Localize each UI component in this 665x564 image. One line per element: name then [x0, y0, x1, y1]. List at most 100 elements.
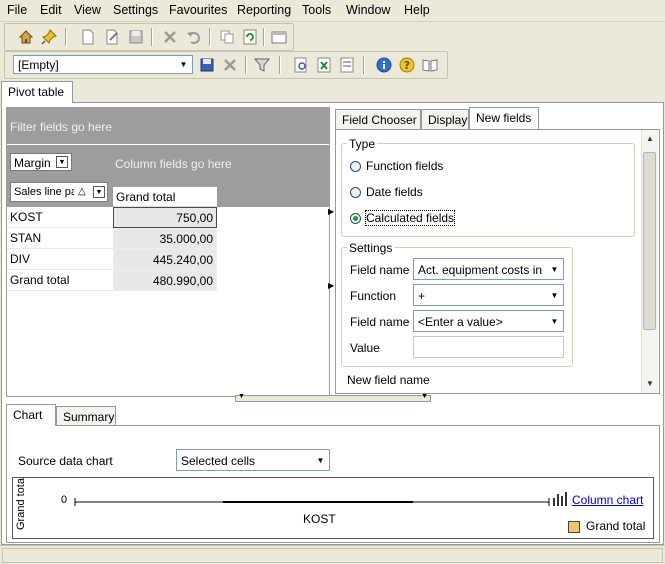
menu-window[interactable]: Window	[346, 3, 390, 17]
row-field-button[interactable]: Sales line pa △ ▼	[10, 182, 108, 202]
toolbar-separator	[363, 56, 365, 74]
collapse-right-icon[interactable]: ▶	[328, 207, 334, 219]
vertical-scrollbar[interactable]: ▲ ▼	[641, 130, 658, 393]
scroll-up-icon[interactable]: ▲	[646, 134, 654, 143]
scroll-down-icon[interactable]: ▼	[646, 379, 654, 388]
undo-icon[interactable]	[185, 28, 203, 46]
save-icon[interactable]	[127, 28, 145, 46]
report-icon[interactable]	[338, 56, 356, 74]
column-header-grand-total: Grand total	[113, 187, 217, 207]
row-value-grand-total[interactable]: 480.990,00	[113, 270, 217, 291]
sort-ascending-icon[interactable]: △	[78, 186, 86, 197]
svg-text:?: ?	[404, 59, 410, 72]
tab-field-chooser[interactable]: Field Chooser	[335, 109, 421, 129]
row-field-label: Sales line pa	[14, 186, 74, 198]
function-select[interactable]: + ▼	[413, 284, 564, 306]
value-input[interactable]	[413, 336, 564, 358]
radio-calculated-fields-label[interactable]: Calculated fields	[364, 210, 456, 226]
field-name-2-select[interactable]: <Enter a value> ▼	[413, 310, 564, 332]
filter-icon[interactable]	[253, 56, 271, 74]
delete-icon[interactable]	[161, 28, 179, 46]
window-icon[interactable]	[270, 28, 288, 46]
copy-icon[interactable]	[218, 28, 236, 46]
filter-drop-area[interactable]: Filter fields go here	[7, 108, 329, 144]
row-value-kost[interactable]: 750,00	[113, 207, 217, 228]
edit-document-icon[interactable]	[103, 28, 121, 46]
chevron-down-icon[interactable]: ▼	[93, 186, 105, 198]
chevron-down-icon[interactable]: ▼	[313, 453, 328, 468]
tab-field-chooser-label: Field Chooser	[342, 113, 417, 127]
row-value-div[interactable]: 445.240,00	[113, 249, 217, 270]
data-field-label: Margin	[14, 156, 51, 170]
data-field-button[interactable]: Margin ▼	[10, 153, 72, 171]
menu-settings[interactable]: Settings	[113, 3, 158, 17]
collapse-down-icon[interactable]: ▼	[421, 393, 428, 400]
chevron-down-icon[interactable]: ▼	[176, 57, 191, 72]
tab-new-fields[interactable]: New fields	[469, 107, 539, 129]
bar-chart-icon[interactable]	[552, 492, 570, 509]
new-document-icon[interactable]	[79, 28, 97, 46]
info-icon[interactable]	[375, 56, 393, 74]
field-name-value: Act. equipment costs in	[418, 263, 543, 277]
field-name-2-value: <Enter a value>	[418, 315, 503, 329]
pin-icon[interactable]	[40, 28, 58, 46]
horizontal-splitter[interactable]: ▼ ▼	[235, 393, 431, 402]
radio-function-fields[interactable]	[350, 161, 361, 172]
menu-file[interactable]: File	[7, 3, 27, 17]
tab-chart[interactable]: Chart	[6, 404, 56, 426]
source-data-label: Source data chart	[18, 454, 113, 468]
save-selection-icon[interactable]	[198, 56, 216, 74]
settings-group-title: Settings	[347, 241, 395, 255]
clear-selection-icon[interactable]	[221, 56, 239, 74]
chevron-down-icon[interactable]: ▼	[547, 314, 562, 329]
tab-chart-label: Chart	[13, 408, 43, 422]
refresh-icon[interactable]	[241, 28, 259, 46]
field-name-select[interactable]: Act. equipment costs in ▼	[413, 258, 564, 280]
new-field-name-label: New field name	[347, 373, 430, 387]
column-chart-link[interactable]: Column chart	[572, 493, 643, 507]
manual-icon[interactable]	[421, 56, 439, 74]
field-name-2-label: Field name	[350, 315, 410, 329]
home-icon[interactable]	[17, 28, 35, 46]
row-value-stan[interactable]: 35.000,00	[113, 228, 217, 249]
help-icon[interactable]: ?	[398, 56, 416, 74]
menu-favourites[interactable]: Favourites	[169, 3, 227, 17]
selection-combo[interactable]: [Empty] ▼	[13, 55, 193, 74]
excel-export-icon[interactable]	[315, 56, 333, 74]
tab-pivot-table[interactable]: Pivot table	[1, 81, 73, 103]
source-data-select[interactable]: Selected cells ▼	[176, 449, 330, 471]
tab-display[interactable]: Display	[421, 109, 469, 129]
chevron-down-icon[interactable]: ▼	[547, 288, 562, 303]
selection-combo-value: [Empty]	[18, 58, 59, 72]
radio-function-fields-label[interactable]: Function fields	[366, 159, 443, 173]
collapse-down-icon[interactable]: ▼	[238, 393, 245, 400]
menu-tools[interactable]: Tools	[302, 3, 331, 17]
radio-date-fields[interactable]	[350, 187, 361, 198]
tab-summary[interactable]: Summary	[56, 406, 116, 426]
menu-help[interactable]: Help	[404, 3, 430, 17]
type-group-title: Type	[347, 137, 378, 151]
pivot-table-panel: Filter fields go here Column fields go h…	[1, 102, 664, 545]
radio-calculated-fields[interactable]	[350, 213, 361, 224]
menu-bar: File Edit View Settings Favourites Repor…	[0, 0, 665, 22]
radio-date-fields-label[interactable]: Date fields	[366, 185, 423, 199]
chevron-down-icon[interactable]: ▼	[56, 156, 68, 168]
column-hint: Column fields go here	[115, 157, 232, 171]
menu-edit[interactable]: Edit	[40, 3, 62, 17]
chevron-down-icon[interactable]: ▼	[547, 262, 562, 277]
menu-view[interactable]: View	[74, 3, 101, 17]
preview-icon[interactable]	[292, 56, 310, 74]
chart-bar-kost	[223, 501, 413, 503]
collapse-right-icon[interactable]: ▶	[328, 281, 334, 293]
pivot-grid: Filter fields go here Column fields go h…	[6, 107, 330, 397]
chart-plot	[74, 498, 550, 506]
row-label-kost: KOST	[7, 207, 113, 228]
filter-hint: Filter fields go here	[10, 120, 113, 134]
field-name-label: Field name	[350, 263, 410, 277]
menu-reporting[interactable]: Reporting	[237, 3, 291, 17]
tab-pivot-table-label: Pivot table	[8, 85, 65, 99]
scrollbar-thumb[interactable]	[643, 152, 656, 330]
status-bar-panel	[2, 548, 663, 563]
status-bar	[0, 545, 665, 564]
row-label-stan: STAN	[7, 228, 113, 249]
